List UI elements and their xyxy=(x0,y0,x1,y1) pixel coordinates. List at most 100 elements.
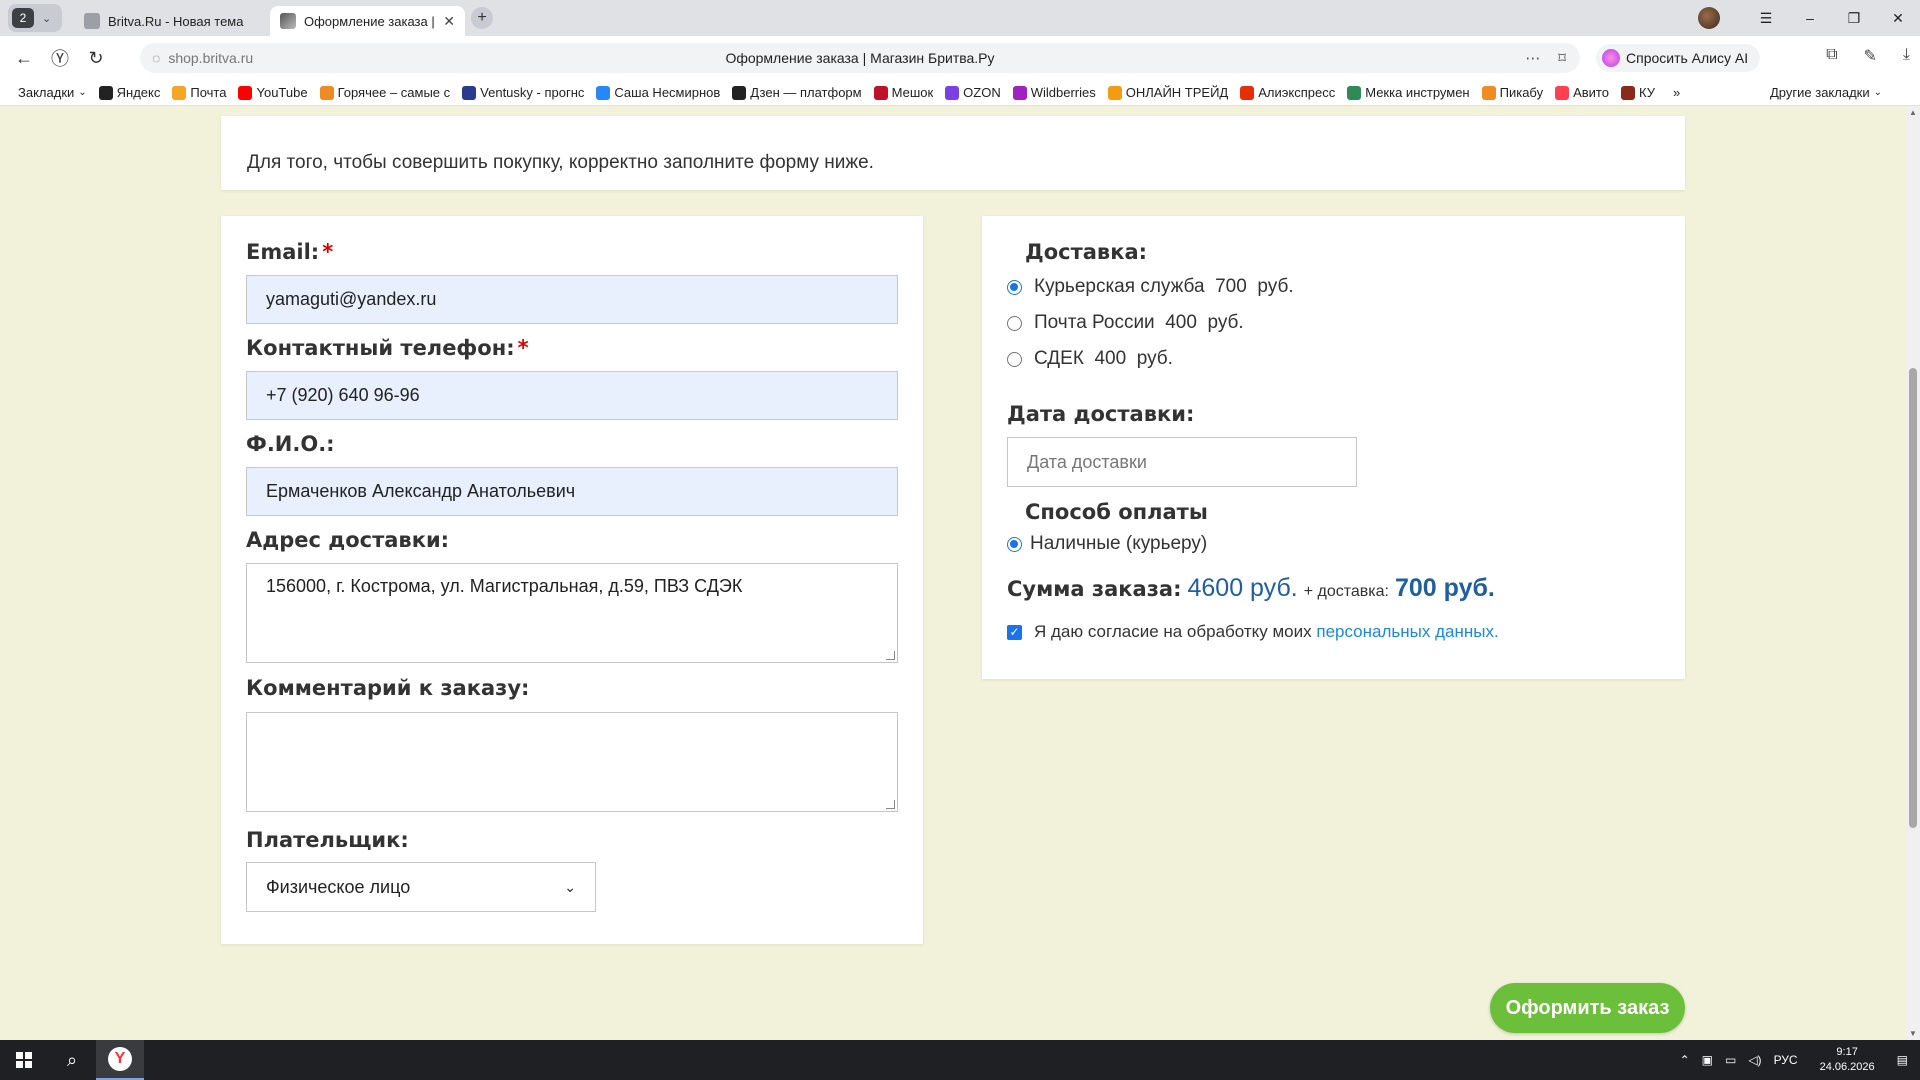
bookmark-label: Мешок xyxy=(891,85,934,100)
page-content: Для того, чтобы совершить покупку, корре… xyxy=(0,106,1920,1040)
bookmark-item[interactable]: Саша Несмирнов xyxy=(596,85,720,100)
payer-select[interactable]: Физическое лицо ⌄ xyxy=(246,862,596,912)
address-field[interactable]: ◌ shop.britva.ru Оформление заказа | Маг… xyxy=(140,43,1580,73)
other-bookmarks-label: Другие закладки xyxy=(1770,85,1870,100)
bookmark-item[interactable]: Мекка инструмен xyxy=(1347,85,1470,100)
delivery-option-russian-post[interactable]: Почта России 400 руб. xyxy=(1007,312,1244,334)
email-field[interactable]: yamaguti@yandex.ru xyxy=(246,275,898,324)
bookmark-item[interactable]: Wildberries xyxy=(1012,85,1096,100)
page-scrollbar[interactable]: ▲ ▼ xyxy=(1906,106,1920,1040)
menu-icon[interactable]: ☰ xyxy=(1744,10,1788,27)
chevron-down-icon: ⌄ xyxy=(42,12,52,25)
more-bookmarks-button[interactable]: » xyxy=(1673,85,1680,100)
bookmark-icon[interactable]: ⌑ xyxy=(1558,49,1566,67)
order-total-label: Сумма заказа: xyxy=(1007,577,1182,601)
other-bookmarks-menu[interactable]: Другие закладки ⌄ xyxy=(1770,85,1882,100)
bookmark-item[interactable]: Пикабу xyxy=(1481,85,1543,100)
search-icon[interactable]: ⌕ xyxy=(48,1040,96,1080)
delivery-date-input[interactable]: Дата доставки xyxy=(1007,437,1357,487)
minimize-button[interactable]: – xyxy=(1788,10,1832,26)
consent-checkbox[interactable]: ✓ xyxy=(1007,624,1022,640)
bookmarks-menu[interactable]: Закладки ⌄ xyxy=(18,85,87,100)
language-indicator[interactable]: РУС xyxy=(1774,1053,1798,1067)
delivery-title: Доставка: xyxy=(1025,240,1148,264)
scroll-up-icon[interactable]: ▲ xyxy=(1909,108,1917,117)
payer-label: Плательщик: xyxy=(246,828,409,852)
alice-label: Спросить Алису AI xyxy=(1626,50,1749,66)
bookmark-label: YouTube xyxy=(256,85,308,100)
bookmark-favicon-icon xyxy=(1347,85,1362,100)
bookmark-item[interactable]: Горячее – самые с xyxy=(319,85,450,100)
address-textarea[interactable]: 156000, г. Кострома, ул. Магистральная, … xyxy=(246,563,898,663)
yandex-icon[interactable]: Ⓨ xyxy=(42,45,78,71)
delivery-option-courier[interactable]: Курьерская служба 700 руб. xyxy=(1007,276,1294,298)
scroll-thumb[interactable] xyxy=(1909,368,1917,828)
bookmark-label: Ventusky - прогнс xyxy=(480,85,585,100)
intro-card: Для того, чтобы совершить покупку, корре… xyxy=(221,116,1685,190)
email-label: Email: * xyxy=(246,240,333,264)
page-title-text: Оформление заказа | Магазин Бритва.Ру xyxy=(725,50,995,66)
scroll-down-icon[interactable]: ▼ xyxy=(1909,1029,1917,1038)
notifications-icon[interactable]: ▤ xyxy=(1897,1053,1908,1067)
bookmark-item[interactable]: YouTube xyxy=(238,85,308,100)
bookmark-item[interactable]: OZON xyxy=(945,85,1001,100)
restore-button[interactable]: ❐ xyxy=(1832,10,1876,27)
bookmark-favicon-icon xyxy=(1555,85,1570,100)
radio-checked-icon[interactable] xyxy=(1007,536,1022,552)
webcam-icon[interactable]: ▣ xyxy=(1702,1053,1713,1067)
phone-label-text: Контактный телефон: xyxy=(246,336,515,360)
radio-checked-icon[interactable] xyxy=(1007,279,1022,295)
phone-label: Контактный телефон: * xyxy=(246,336,529,360)
payment-option-cash[interactable]: Наличные (курьеру) xyxy=(1007,533,1207,555)
collections-icon[interactable]: ⧉ xyxy=(1826,46,1837,66)
back-arrow-icon[interactable]: ← xyxy=(6,48,42,69)
volume-icon[interactable]: ◁) xyxy=(1748,1053,1761,1067)
clock[interactable]: 9:17 24.06.2026 xyxy=(1820,1045,1875,1075)
bookmark-item[interactable]: Авито xyxy=(1555,85,1609,100)
bookmark-item[interactable]: ОНЛАЙН ТРЕЙД xyxy=(1107,85,1228,100)
bookmark-label: КУ xyxy=(1638,85,1655,100)
profile-avatar[interactable] xyxy=(1698,7,1720,29)
bookmark-item[interactable]: Дзен — платформ xyxy=(732,85,862,100)
reload-icon[interactable]: ↻ xyxy=(78,48,114,69)
bookmark-item[interactable]: Почта xyxy=(172,85,226,100)
extension-icon[interactable]: ✎ xyxy=(1864,46,1877,66)
chevron-down-icon: ⌄ xyxy=(564,878,576,895)
bookmark-label: Саша Несмирнов xyxy=(614,85,721,100)
phone-field[interactable]: +7 (920) 640 96-96 xyxy=(246,371,898,420)
delivery-option-cdek[interactable]: СДЕК 400 руб. xyxy=(1007,348,1173,370)
chevron-down-icon: ⌄ xyxy=(78,87,87,98)
network-icon[interactable]: ▭ xyxy=(1725,1053,1736,1067)
full-name-field[interactable]: Ермаченков Александр Анатольевич xyxy=(246,467,898,516)
required-mark: * xyxy=(322,240,334,264)
bookmark-item[interactable]: КУ xyxy=(1620,85,1655,100)
tray-expand-icon[interactable]: ⌃ xyxy=(1680,1053,1690,1067)
clock-date: 24.06.2026 xyxy=(1819,1061,1875,1073)
yandex-browser-taskbar-button[interactable]: Y xyxy=(96,1040,144,1080)
bookmark-label: Wildberries xyxy=(1030,85,1096,100)
tab-counter-button[interactable]: 2 ⌄ xyxy=(8,4,62,32)
close-tab-icon[interactable]: ✕ xyxy=(443,13,455,30)
submit-order-button[interactable]: Оформить заказ xyxy=(1490,983,1685,1033)
bookmark-item[interactable]: Алиэкспресс xyxy=(1240,85,1335,100)
more-icon[interactable]: ⋯ xyxy=(1525,49,1540,67)
bookmark-favicon-icon xyxy=(945,85,960,100)
ask-alice-button[interactable]: Спросить Алису AI xyxy=(1596,44,1761,72)
bookmark-item[interactable]: Яндекс xyxy=(98,85,160,100)
start-button[interactable] xyxy=(0,1040,48,1080)
bookmark-item[interactable]: Ventusky - прогнс xyxy=(462,85,584,100)
radio-icon[interactable] xyxy=(1007,315,1022,331)
radio-icon[interactable] xyxy=(1007,351,1022,367)
comment-textarea[interactable] xyxy=(246,712,898,812)
close-window-button[interactable]: ✕ xyxy=(1876,10,1920,27)
delivery-cost-value: 700 руб. xyxy=(1394,574,1495,602)
bookmarks-menu-label: Закладки xyxy=(18,85,75,100)
bookmark-item[interactable]: Мешок xyxy=(873,85,934,100)
tab-britva-forum[interactable]: Britva.Ru - Новая тема xyxy=(74,6,264,36)
downloads-icon[interactable]: ⤓ xyxy=(1903,46,1910,66)
name-label: Ф.И.О.: xyxy=(246,432,335,456)
window-controls: ☰ – ❐ ✕ xyxy=(1698,0,1920,36)
new-tab-button[interactable]: + xyxy=(471,7,493,29)
personal-data-link[interactable]: персональных данных. xyxy=(1316,622,1498,641)
tab-checkout[interactable]: Оформление заказа | М ✕ xyxy=(270,6,465,36)
